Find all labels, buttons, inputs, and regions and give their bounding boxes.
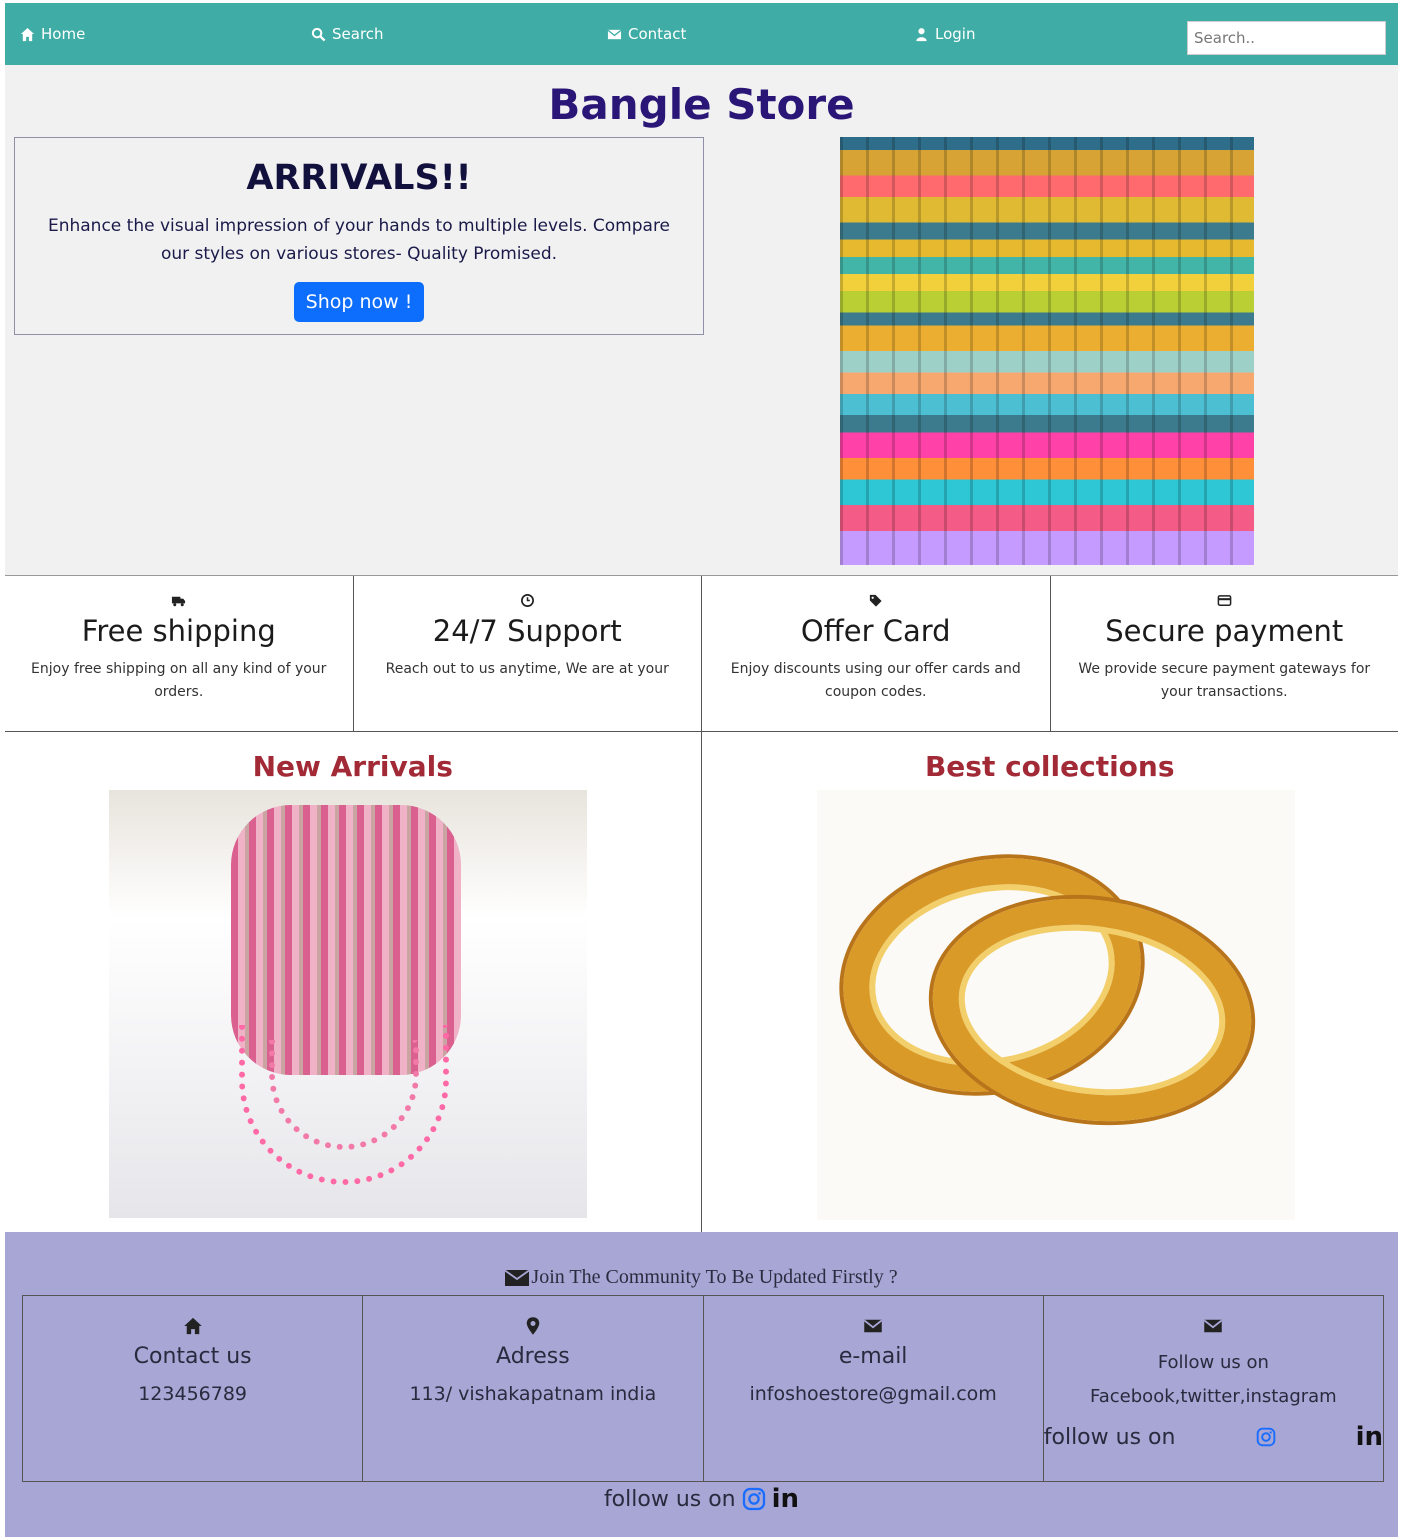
envelope-icon <box>607 29 622 39</box>
feature-support: 24/7 Support Reach out to us anytime, We… <box>354 576 702 731</box>
clock-icon <box>520 594 534 607</box>
footer-email-cell: e-mail infoshoestore@gmail.com <box>704 1296 1044 1481</box>
feature-free-shipping: Free shipping Enjoy free shipping on all… <box>5 576 354 731</box>
follow-us-line: follow us on in <box>1044 1422 1383 1452</box>
credit-card-icon <box>1217 595 1232 606</box>
feature-description: Enjoy discounts using our offer cards an… <box>730 661 1021 700</box>
feature-offer-card: Offer Card Enjoy discounts using our off… <box>702 576 1051 731</box>
best-collections-panel: Best collections <box>702 732 1399 1232</box>
page-title: Bangle Store <box>548 80 855 129</box>
home-icon <box>183 1317 202 1335</box>
footer-contact-cell: Contact us 123456789 <box>23 1296 364 1481</box>
footer-cell-title: Follow us on <box>1157 1352 1269 1373</box>
features-strip: Free shipping Enjoy free shipping on all… <box>5 575 1398 732</box>
gold-bangles-image[interactable] <box>816 790 1295 1220</box>
envelope-icon <box>1204 1319 1223 1333</box>
nav-home-link[interactable]: Home <box>20 3 85 65</box>
join-community-line: Join The Community To Be Updated Firstly… <box>5 1266 1398 1289</box>
collections-section: New Arrivals Best collections <box>5 732 1398 1232</box>
nav-contact-link[interactable]: Contact <box>607 3 686 65</box>
feature-description: Enjoy free shipping on all any kind of y… <box>31 661 327 700</box>
instagram-icon[interactable] <box>1255 1427 1277 1447</box>
home-icon <box>20 27 35 41</box>
truck-icon <box>172 596 186 607</box>
map-pin-icon <box>526 1317 540 1335</box>
footer-social-cell: Follow us on Facebook,twitter,instagram … <box>1044 1296 1383 1481</box>
linkedin-icon[interactable]: in <box>772 1484 799 1514</box>
arrivals-card: ARRIVALS!! Enhance the visual impression… <box>14 137 704 335</box>
nav-search-link[interactable]: Search <box>311 3 384 65</box>
pink-bangles-image[interactable] <box>109 790 587 1218</box>
tag-icon <box>870 594 882 607</box>
best-collections-title: Best collections <box>924 750 1175 783</box>
new-arrivals-panel: New Arrivals <box>5 732 702 1232</box>
search-icon <box>311 27 326 41</box>
hero-section: Bangle Store ARRIVALS!! Enhance the visu… <box>5 65 1398 575</box>
arrivals-heading: ARRIVALS!! <box>246 158 472 198</box>
feature-description: Reach out to us anytime, We are at your <box>385 661 669 677</box>
join-community-text: Join The Community To Be Updated Firstly… <box>531 1266 898 1288</box>
envelope-icon <box>505 1269 530 1286</box>
envelope-icon <box>863 1319 883 1333</box>
bottom-follow-line: follow us on in <box>5 1484 1398 1514</box>
shop-now-button[interactable]: Shop now ! <box>293 282 425 322</box>
instagram-icon[interactable] <box>742 1487 766 1511</box>
email-address[interactable]: infoshoestore@gmail.com <box>704 1383 1043 1405</box>
bangle-rack-image <box>840 137 1254 565</box>
arrivals-description: Enhance the visual impression of your ha… <box>47 216 671 264</box>
search-input[interactable] <box>1187 21 1386 55</box>
feature-title: 24/7 Support <box>432 614 622 648</box>
feature-description: We provide secure payment gateways for y… <box>1078 661 1371 700</box>
nav-contact-label: Contact <box>628 25 687 43</box>
footer-cell-title: Adress <box>496 1344 570 1369</box>
footer-info-table: Contact us 123456789 Adress 113/ vishaka… <box>22 1295 1384 1482</box>
feature-secure-payment: Secure payment We provide secure payment… <box>1051 576 1399 731</box>
social-networks-text: Facebook,twitter,instagram <box>1090 1386 1337 1407</box>
follow-us-label: follow us on <box>1043 1424 1176 1450</box>
nav-login-label: Login <box>935 25 976 43</box>
footer-cell-title: Contact us <box>133 1344 252 1369</box>
new-arrivals-title: New Arrivals <box>252 750 453 783</box>
user-icon <box>916 27 927 41</box>
feature-title: Offer Card <box>800 614 951 648</box>
nav-home-label: Home <box>41 25 86 43</box>
footer-cell-title: e-mail <box>838 1344 908 1369</box>
feature-title: Free shipping <box>81 614 276 648</box>
site-footer: Join The Community To Be Updated Firstly… <box>5 1232 1398 1537</box>
nav-login-link[interactable]: Login <box>914 3 975 65</box>
linkedin-icon[interactable]: in <box>1356 1422 1383 1452</box>
feature-title: Secure payment <box>1105 614 1344 648</box>
follow-us-label: follow us on <box>603 1486 736 1512</box>
footer-address-cell: Adress 113/ vishakapatnam india <box>363 1296 704 1481</box>
nav-search-label: Search <box>332 25 384 43</box>
phone-number: 123456789 <box>138 1383 248 1405</box>
address-text: 113/ vishakapatnam india <box>409 1383 657 1405</box>
top-navbar: Home Search Contact Login <box>5 3 1398 65</box>
